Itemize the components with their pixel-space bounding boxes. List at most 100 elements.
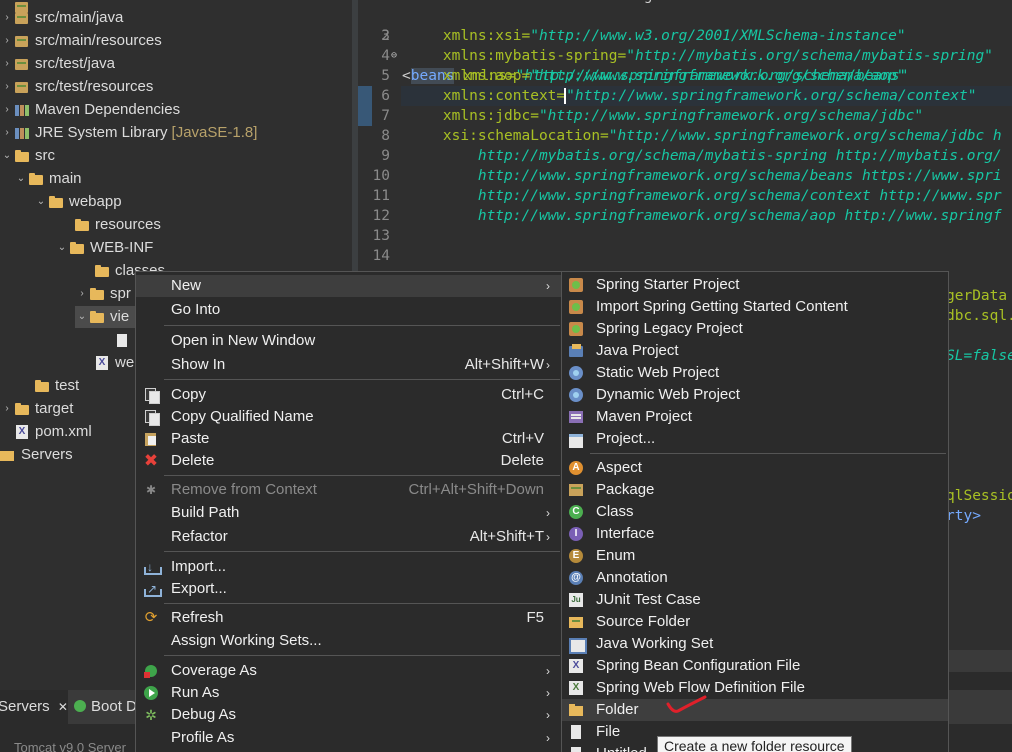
tab-boot-dashboard[interactable]: Boot D: [74, 690, 137, 724]
menu-item-remove-from-context[interactable]: ✱ Remove from Context Ctrl+Alt+Shift+Down: [136, 479, 562, 501]
menu-item-paste[interactable]: Paste Ctrl+V: [136, 428, 562, 450]
code-line: 5 xmlns:aop="http://www.springframework.…: [358, 66, 1012, 86]
code-line: 7 xmlns:jdbc="http://www.springframework…: [358, 106, 1012, 126]
menu-item-go-into[interactable]: Go Into: [136, 299, 562, 321]
menu-item-spring-legacy-project[interactable]: Spring Legacy Project: [562, 318, 948, 340]
chevron-down-icon[interactable]: ⌄: [75, 306, 89, 328]
code-fragment: qlSessio: [946, 486, 1012, 506]
chevron-down-icon[interactable]: ⌄: [34, 191, 48, 213]
menu-item-open-in-new-window[interactable]: Open in New Window: [136, 330, 562, 352]
menu-item-spring-web-flow[interactable]: Spring Web Flow Definition File: [562, 677, 948, 699]
attribute-value: http://www.springframework.org/schema/ao…: [408, 208, 1002, 224]
tree-item-spring[interactable]: › spr: [75, 283, 131, 305]
menu-item-source-folder[interactable]: Source Folder: [562, 611, 948, 633]
menu-item-label: Debug As: [171, 706, 237, 723]
menu-item-junit-test-case[interactable]: JUnit Test Case: [562, 589, 948, 611]
line-number: 10: [372, 168, 390, 184]
menu-item-class[interactable]: Class: [562, 501, 948, 523]
chevron-right-icon[interactable]: ›: [0, 30, 14, 52]
menu-item-build-path[interactable]: Build Path ›: [136, 502, 562, 524]
menu-item-new[interactable]: New ›: [136, 275, 562, 297]
menu-item-static-web-project[interactable]: Static Web Project: [562, 362, 948, 384]
server-entry[interactable]: Tomcat v9.0 Server: [14, 740, 126, 752]
menu-item-label: Interface: [596, 525, 655, 542]
tree-item-label: src/test/java: [35, 55, 116, 72]
menu-item-import[interactable]: Import...: [136, 556, 562, 578]
menu-item-profile-as[interactable]: Profile As ›: [136, 727, 562, 749]
menu-item-spring-bean-config[interactable]: Spring Bean Configuration File: [562, 655, 948, 677]
tree-item-webapp[interactable]: ⌄ webapp: [34, 191, 122, 213]
menu-item-export[interactable]: Export...: [136, 578, 562, 600]
menu-item-folder[interactable]: Folder: [562, 699, 948, 721]
tree-item-web-inf[interactable]: ⌄ WEB-INF: [55, 237, 154, 259]
menu-item-spring-starter-project[interactable]: Spring Starter Project: [562, 274, 948, 296]
tab-servers[interactable]: Servers ✕: [0, 690, 68, 724]
menu-item-import-spring-content[interactable]: Import Spring Getting Started Content: [562, 296, 948, 318]
chevron-down-icon[interactable]: ⌄: [55, 237, 69, 259]
tree-item-label: we: [115, 354, 135, 371]
menu-item-enum[interactable]: Enum: [562, 545, 948, 567]
tree-item-main[interactable]: ⌄ main: [14, 168, 82, 190]
menu-item-copy[interactable]: Copy Ctrl+C: [136, 384, 562, 406]
menu-item-copy-qualified-name[interactable]: Copy Qualified Name: [136, 406, 562, 428]
package-folder-icon: [14, 34, 30, 48]
chevron-right-icon[interactable]: ›: [0, 398, 14, 420]
chevron-down-icon[interactable]: ⌄: [14, 168, 28, 190]
tree-item-pom-xml[interactable]: pom.xml: [0, 421, 92, 443]
tree-item-label: src: [35, 147, 55, 164]
menu-item-aspect[interactable]: Aspect: [562, 457, 948, 479]
chevron-right-icon[interactable]: ›: [0, 76, 14, 98]
menu-item-label: Open in New Window: [171, 332, 316, 349]
tree-item-label: pom.xml: [35, 423, 92, 440]
annotation-checkmark: [666, 695, 707, 713]
line-number: 14: [372, 248, 390, 264]
menu-item-project[interactable]: Project...: [562, 428, 948, 450]
chevron-right-icon[interactable]: ›: [0, 122, 14, 144]
menu-item-run-as[interactable]: Run As ›: [136, 682, 562, 704]
tree-item-resources[interactable]: resources: [60, 214, 161, 236]
tree-item-jre-library[interactable]: › JRE System Library [JavaSE-1.8]: [0, 122, 257, 144]
menu-item-java-project[interactable]: Java Project: [562, 340, 948, 362]
menu-item-label: Annotation: [596, 569, 668, 586]
paste-icon: [143, 431, 159, 447]
folder-open-icon: [69, 241, 85, 255]
tree-item-src-test-java[interactable]: › src/test/java: [0, 53, 115, 75]
tree-item-servers[interactable]: ›Servers: [0, 444, 73, 466]
chevron-right-icon[interactable]: ›: [0, 7, 14, 29]
menu-item-package[interactable]: Package: [562, 479, 948, 501]
tree-item-src-test-resources[interactable]: › src/test/resources: [0, 76, 153, 98]
menu-item-refresh[interactable]: ⟳ Refresh F5: [136, 607, 562, 629]
chevron-right-icon[interactable]: ›: [0, 99, 14, 121]
menu-item-assign-working-sets[interactable]: Assign Working Sets...: [136, 630, 562, 652]
menu-shortcut: Ctrl+C: [501, 386, 544, 403]
spring-icon: [568, 277, 584, 293]
tree-item-src[interactable]: ⌄ src: [0, 145, 55, 167]
menu-item-annotation[interactable]: Annotation: [562, 567, 948, 589]
menu-item-dynamic-web-project[interactable]: Dynamic Web Project: [562, 384, 948, 406]
menu-item-delete[interactable]: ✖ Delete Delete: [136, 450, 562, 472]
chevron-right-icon: ›: [546, 506, 550, 520]
tree-item-web-xml[interactable]: we: [80, 352, 134, 374]
menu-item-maven-project[interactable]: Maven Project: [562, 406, 948, 428]
working-set-icon: [568, 636, 587, 654]
tree-item-src-main-resources[interactable]: › src/main/resources: [0, 30, 161, 52]
close-icon[interactable]: ✕: [58, 700, 68, 714]
menu-item-java-working-set[interactable]: Java Working Set: [562, 633, 948, 655]
chevron-right-icon[interactable]: ›: [75, 283, 89, 305]
tree-item-label: test: [55, 377, 80, 394]
menu-item-coverage-as[interactable]: Coverage As ›: [136, 660, 562, 682]
attribute-value: "http://www.springframework.org/schema/j…: [608, 128, 1002, 144]
tree-item-src-main-java[interactable]: › src/main/java: [0, 7, 123, 29]
menu-item-debug-as[interactable]: ✲ Debug As ›: [136, 704, 562, 726]
menu-item-show-in[interactable]: Show In Alt+Shift+W ›: [136, 354, 562, 376]
menu-item-label: Class: [596, 503, 634, 520]
tree-item-jsp-file[interactable]: [100, 329, 135, 351]
menu-item-interface[interactable]: Interface: [562, 523, 948, 545]
chevron-down-icon[interactable]: ⌄: [0, 145, 14, 167]
chevron-right-icon[interactable]: ›: [0, 53, 14, 75]
attribute-value: "http://www.springframework.org/schema/a…: [530, 68, 906, 84]
tree-item-target[interactable]: › target: [0, 398, 73, 420]
tree-item-maven-dependencies[interactable]: › Maven Dependencies: [0, 99, 180, 121]
tree-item-test[interactable]: test: [20, 375, 79, 397]
menu-item-refactor[interactable]: Refactor Alt+Shift+T ›: [136, 526, 562, 548]
